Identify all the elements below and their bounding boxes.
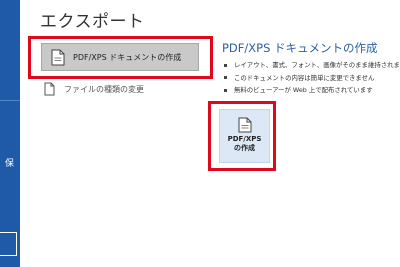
detail-title: PDF/XPS ドキュメントの作成 bbox=[222, 41, 378, 55]
red-highlight-box bbox=[208, 101, 276, 171]
bullet-icon bbox=[224, 63, 227, 67]
red-highlight-box bbox=[28, 36, 213, 79]
export-item-change-file-type[interactable]: ファイルの種類の変更 bbox=[41, 81, 144, 97]
backstage-sidebar: 保 bbox=[0, 0, 20, 267]
document-icon bbox=[44, 82, 55, 96]
page-title: エクスポート bbox=[40, 12, 145, 32]
export-item-label: ファイルの種類の変更 bbox=[64, 84, 144, 94]
bullet-item: レイアウト、書式、フォント、画像がそのまま維持されます bbox=[224, 59, 400, 72]
detail-bullet-list: レイアウト、書式、フォント、画像がそのまま維持されます このドキュメントの内容は… bbox=[224, 59, 400, 97]
bullet-item: このドキュメントの内容は簡単に変更できません bbox=[224, 72, 400, 85]
sidebar-item-save[interactable]: 保 bbox=[5, 160, 14, 169]
bullet-icon bbox=[224, 88, 227, 92]
sidebar-divider bbox=[0, 100, 20, 101]
bullet-icon bbox=[224, 76, 227, 80]
sidebar-item-selected[interactable] bbox=[0, 232, 17, 256]
bullet-item: 無料のビューアーが Web 上で配布されています bbox=[224, 84, 400, 97]
